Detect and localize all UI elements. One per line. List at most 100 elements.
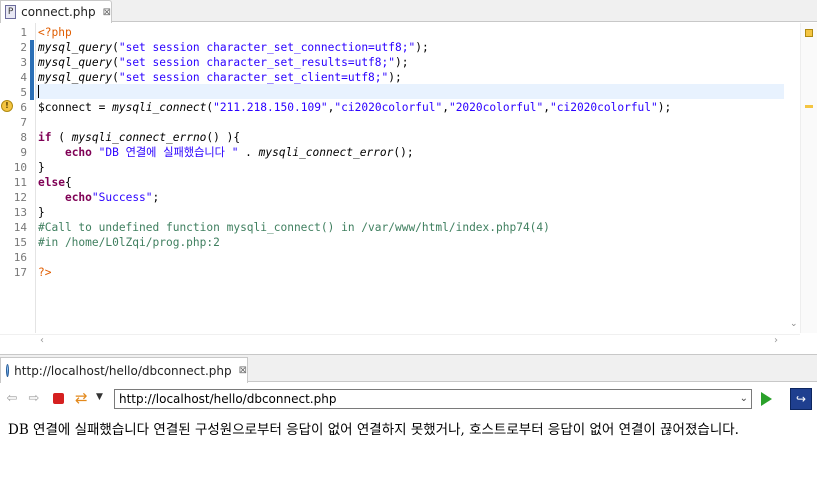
code-token: ); [388, 71, 402, 84]
code-token: "Success" [91, 191, 153, 204]
code-line: <?php [38, 25, 72, 40]
code-token: . [238, 146, 259, 159]
url-history-dropdown-icon[interactable]: ⌄ [740, 390, 748, 408]
code-line: #in /home/L0lZqi/prog.php:2 [38, 235, 220, 250]
code-token: mysqli_connect_error [258, 146, 394, 159]
code-editor[interactable]: ! 1 2 3 4 5 6 7 8 9 10 11 12 13 14 15 16 17 <?php mysql_q… [0, 23, 817, 346]
code-token: <?php [38, 26, 72, 39]
code-token: ( [112, 56, 119, 69]
line-number: 14 [13, 221, 27, 234]
code-line: $connect = mysqli_connect("211.218.150.1… [38, 100, 671, 115]
change-marker [30, 85, 34, 100]
code-token: () ){ [206, 131, 241, 144]
code-token: mysql_query [38, 71, 113, 84]
code-line: if ( mysqli_connect_errno() ){ [38, 130, 240, 145]
forward-arrow-icon[interactable]: ⇨ [26, 391, 42, 407]
code-token: "2020colorful" [448, 101, 544, 114]
go-play-icon[interactable] [761, 392, 772, 406]
browser-tab-bar: http://localhost/hello/dbconnect.php ⊠ [0, 354, 817, 383]
code-line: echo"Success"; [38, 190, 159, 205]
code-token: } [38, 206, 45, 219]
line-number: 15 [13, 236, 27, 249]
browser-tab-dbconnect[interactable]: http://localhost/hello/dbconnect.php ⊠ [0, 357, 248, 383]
scroll-right-arrow-icon[interactable]: › [774, 335, 778, 347]
code-token: ( [112, 71, 119, 84]
code-token: , [543, 101, 550, 114]
line-number: 7 [20, 116, 27, 129]
code-token: "set session character_set_results=utf8;… [118, 56, 395, 69]
globe-icon [6, 364, 10, 377]
code-token: else [38, 176, 65, 189]
code-token: "set session character_set_client=utf8;" [118, 71, 389, 84]
code-line: mysql_query("set session character_set_c… [38, 40, 429, 55]
code-token: , [442, 101, 449, 114]
code-token: "211.218.150.109" [213, 101, 328, 114]
close-icon[interactable]: ⊠ [239, 365, 247, 376]
code-token: $connect [38, 101, 92, 114]
code-line: echo "DB 연결에 실패했습니다 " . mysqli_connect_e… [38, 145, 414, 160]
overview-warning-line-marker[interactable] [805, 105, 813, 108]
scroll-left-arrow-icon[interactable]: ‹ [40, 335, 44, 347]
code-token: = [91, 101, 113, 114]
code-token: mysql_query [38, 41, 113, 54]
stop-icon[interactable] [53, 393, 64, 404]
code-token: echo [64, 191, 92, 204]
code-token: "DB 연결에 실패했습니다 " [98, 146, 239, 159]
browser-tab-label: http://localhost/hello/dbconnect.php [14, 363, 232, 378]
line-number: 1 [20, 26, 27, 39]
code-token: ( [112, 41, 119, 54]
code-line: ?> [38, 265, 51, 280]
code-token: ); [657, 101, 672, 114]
line-number: 17 [13, 266, 27, 279]
horizontal-scrollbar[interactable]: ‹ › [0, 334, 800, 346]
code-token: #in /home/L0lZqi/prog.php:2 [38, 236, 220, 249]
code-token: ?> [38, 266, 52, 279]
editor-tab-connect-php[interactable]: P connect.php ⊠ [0, 0, 112, 23]
code-token: ); [415, 41, 429, 54]
chevron-down-icon[interactable]: ▼ [96, 392, 103, 402]
page-output-text: DB 연결에 실패했습니다 연결된 구성원으로부터 응답이 없어 연결하지 못했… [8, 422, 739, 438]
overview-warning-marker[interactable] [805, 29, 813, 37]
back-arrow-icon[interactable]: ⇦ [4, 391, 20, 407]
change-marker [30, 40, 34, 55]
line-number: 10 [13, 161, 27, 174]
code-token: ; [152, 191, 160, 204]
php-file-icon: P [5, 5, 17, 19]
line-number: 8 [20, 131, 27, 144]
code-line: mysql_query("set session character_set_c… [38, 70, 402, 85]
line-number-gutter: ! 1 2 3 4 5 6 7 8 9 10 11 12 13 14 15 16 17 [0, 23, 36, 333]
code-token: } [38, 161, 45, 174]
browser-toolbar: ⇦ ⇨ ⇄ ▼ http://localhost/hello/dbconnect… [0, 383, 817, 415]
code-token: (); [393, 146, 414, 159]
code-token: ( [51, 131, 72, 144]
code-token: { [64, 176, 72, 189]
code-text[interactable]: <?php mysql_query("set session character_… [38, 23, 786, 333]
open-external-browser-icon[interactable]: ↪ [790, 388, 812, 410]
code-token: mysqli_connect [112, 101, 207, 114]
line-number: 5 [20, 86, 27, 99]
editor-tab-bar: P connect.php ⊠ [0, 0, 817, 23]
line-number: 6 [20, 101, 27, 114]
close-icon[interactable]: ⊠ [103, 7, 111, 18]
code-token: "set session character_set_connection=ut… [118, 41, 416, 54]
code-line: mysql_query("set session character_set_r… [38, 55, 408, 70]
line-number: 2 [20, 41, 27, 54]
editor-tab-label: connect.php [21, 5, 96, 19]
scroll-down-arrow-icon[interactable]: ⌄ [790, 319, 798, 329]
code-line: #Call to undefined function mysqli_conne… [38, 220, 550, 235]
code-token: mysqli_connect_errno [71, 131, 207, 144]
code-token: "ci2020colorful" [334, 101, 443, 114]
line-number: 12 [13, 191, 27, 204]
line-number: 4 [20, 71, 27, 84]
refresh-icon[interactable]: ⇄ [75, 389, 88, 407]
change-marker [30, 55, 34, 70]
url-text: http://localhost/hello/dbconnect.php [119, 392, 337, 406]
code-token: mysql_query [38, 56, 113, 69]
url-input[interactable]: http://localhost/hello/dbconnect.php ⌄ [114, 389, 752, 409]
code-line: } [38, 205, 45, 220]
code-token: if [38, 131, 52, 144]
overview-ruler[interactable] [800, 23, 817, 333]
code-line: } [38, 160, 45, 175]
